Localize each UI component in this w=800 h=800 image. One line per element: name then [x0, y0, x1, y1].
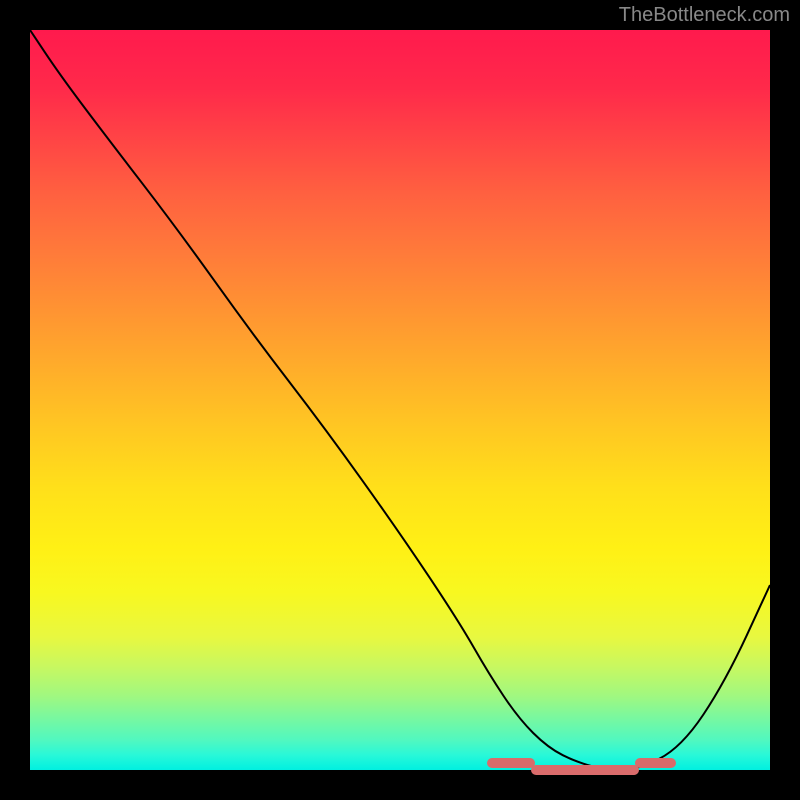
- highlight-marker: [531, 765, 639, 775]
- watermark-text: TheBottleneck.com: [619, 4, 790, 27]
- chart-curve: [30, 30, 770, 770]
- chart-plot-area: [30, 30, 770, 770]
- highlight-marker: [635, 758, 676, 768]
- highlight-marker: [487, 758, 535, 768]
